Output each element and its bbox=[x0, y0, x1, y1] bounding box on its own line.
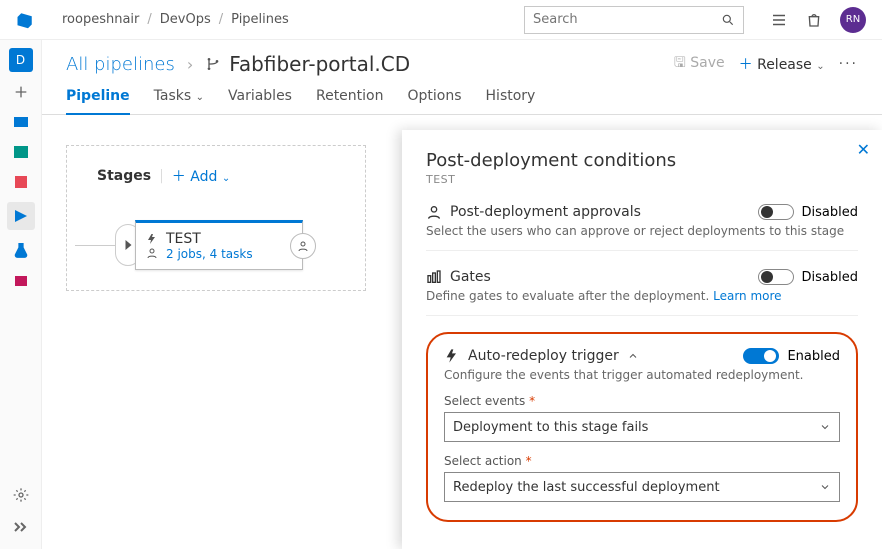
artifacts-icon[interactable] bbox=[11, 270, 31, 290]
stage-name: TEST bbox=[166, 231, 253, 247]
tab-tasks[interactable]: Tasks ⌄ bbox=[154, 80, 204, 114]
tab-variables[interactable]: Variables bbox=[228, 80, 292, 114]
pipelines-icon[interactable] bbox=[7, 202, 35, 230]
add-icon[interactable] bbox=[11, 82, 31, 102]
approvals-toggle[interactable] bbox=[758, 204, 794, 220]
chevron-up-icon[interactable] bbox=[627, 350, 639, 362]
stage-card[interactable]: TEST 2 jobs, 4 tasks bbox=[135, 220, 303, 270]
user-icon bbox=[146, 247, 158, 259]
gates-toggle[interactable] bbox=[758, 269, 794, 285]
branch-icon bbox=[205, 56, 221, 72]
all-pipelines-link[interactable]: All pipelines bbox=[66, 54, 175, 75]
settings-icon[interactable] bbox=[11, 485, 31, 505]
list-icon[interactable] bbox=[770, 11, 788, 29]
auto-redeploy-toggle[interactable] bbox=[743, 348, 779, 364]
post-deployment-conditions-button[interactable] bbox=[290, 233, 316, 259]
auto-redeploy-desc: Configure the events that trigger automa… bbox=[444, 368, 840, 382]
chevron-right-icon: › bbox=[187, 55, 193, 74]
select-action-label: Select action * bbox=[444, 454, 840, 468]
gates-icon bbox=[426, 269, 442, 285]
select-events-dropdown[interactable]: Deployment to this stage fails bbox=[444, 412, 840, 442]
overview-icon[interactable] bbox=[11, 112, 31, 132]
expand-icon[interactable] bbox=[11, 517, 31, 537]
stage-summary-link[interactable]: 2 jobs, 4 tasks bbox=[166, 247, 253, 261]
trigger-icon bbox=[146, 233, 158, 245]
avatar[interactable]: RN bbox=[840, 7, 866, 33]
breadcrumb-item[interactable]: roopeshnair bbox=[62, 12, 139, 27]
panel-title: Post-deployment conditions bbox=[426, 150, 858, 171]
approvals-title: Post-deployment approvals bbox=[450, 204, 641, 220]
gates-title: Gates bbox=[450, 269, 491, 285]
approvals-state: Disabled bbox=[802, 205, 858, 220]
post-deployment-panel: ✕ Post-deployment conditions TEST Post-d… bbox=[402, 130, 882, 549]
release-button[interactable]: ＋ Release ⌄ bbox=[739, 54, 825, 74]
pipeline-tabs: Pipeline Tasks ⌄ Variables Retention Opt… bbox=[42, 80, 882, 115]
tab-history[interactable]: History bbox=[486, 80, 536, 114]
tab-options[interactable]: Options bbox=[408, 80, 462, 114]
redeploy-icon bbox=[444, 348, 460, 364]
add-stage-button[interactable]: ＋ Add ⌄ bbox=[172, 166, 230, 186]
search-input[interactable] bbox=[524, 6, 744, 34]
shopping-bag-icon[interactable] bbox=[806, 12, 822, 28]
panel-subtitle: TEST bbox=[426, 173, 858, 186]
tab-pipeline[interactable]: Pipeline bbox=[66, 80, 130, 114]
user-icon bbox=[426, 204, 442, 220]
auto-redeploy-title: Auto-redeploy trigger bbox=[468, 348, 619, 364]
page-title: Fabfiber-portal.CD bbox=[205, 52, 410, 76]
breadcrumb-item[interactable]: Pipelines bbox=[231, 12, 289, 27]
select-action-dropdown[interactable]: Redeploy the last successful deployment bbox=[444, 472, 840, 502]
chevron-down-icon bbox=[819, 481, 831, 493]
left-nav-rail: D bbox=[0, 40, 42, 549]
save-button[interactable]: 🖫 Save bbox=[674, 52, 725, 76]
boards-icon[interactable] bbox=[11, 142, 31, 162]
select-events-label: Select events * bbox=[444, 394, 840, 408]
test-plans-icon[interactable] bbox=[11, 240, 31, 260]
breadcrumb: roopeshnair / DevOps / Pipelines bbox=[62, 12, 289, 27]
stages-header: Stages | ＋ Add ⌄ bbox=[97, 166, 335, 186]
project-icon[interactable]: D bbox=[9, 48, 33, 72]
close-icon[interactable]: ✕ bbox=[857, 140, 870, 159]
tab-retention[interactable]: Retention bbox=[316, 80, 384, 114]
approvals-desc: Select the users who can approve or reje… bbox=[426, 224, 858, 238]
azure-devops-icon[interactable] bbox=[16, 11, 34, 29]
gates-desc: Define gates to evaluate after the deplo… bbox=[426, 289, 858, 303]
breadcrumb-item[interactable]: DevOps bbox=[160, 12, 211, 27]
auto-redeploy-state: Enabled bbox=[787, 349, 840, 364]
chevron-down-icon bbox=[819, 421, 831, 433]
gates-state: Disabled bbox=[802, 270, 858, 285]
learn-more-link[interactable]: Learn more bbox=[713, 289, 781, 303]
search-icon bbox=[721, 13, 735, 27]
more-icon[interactable]: ··· bbox=[839, 56, 858, 72]
repos-icon[interactable] bbox=[11, 172, 31, 192]
